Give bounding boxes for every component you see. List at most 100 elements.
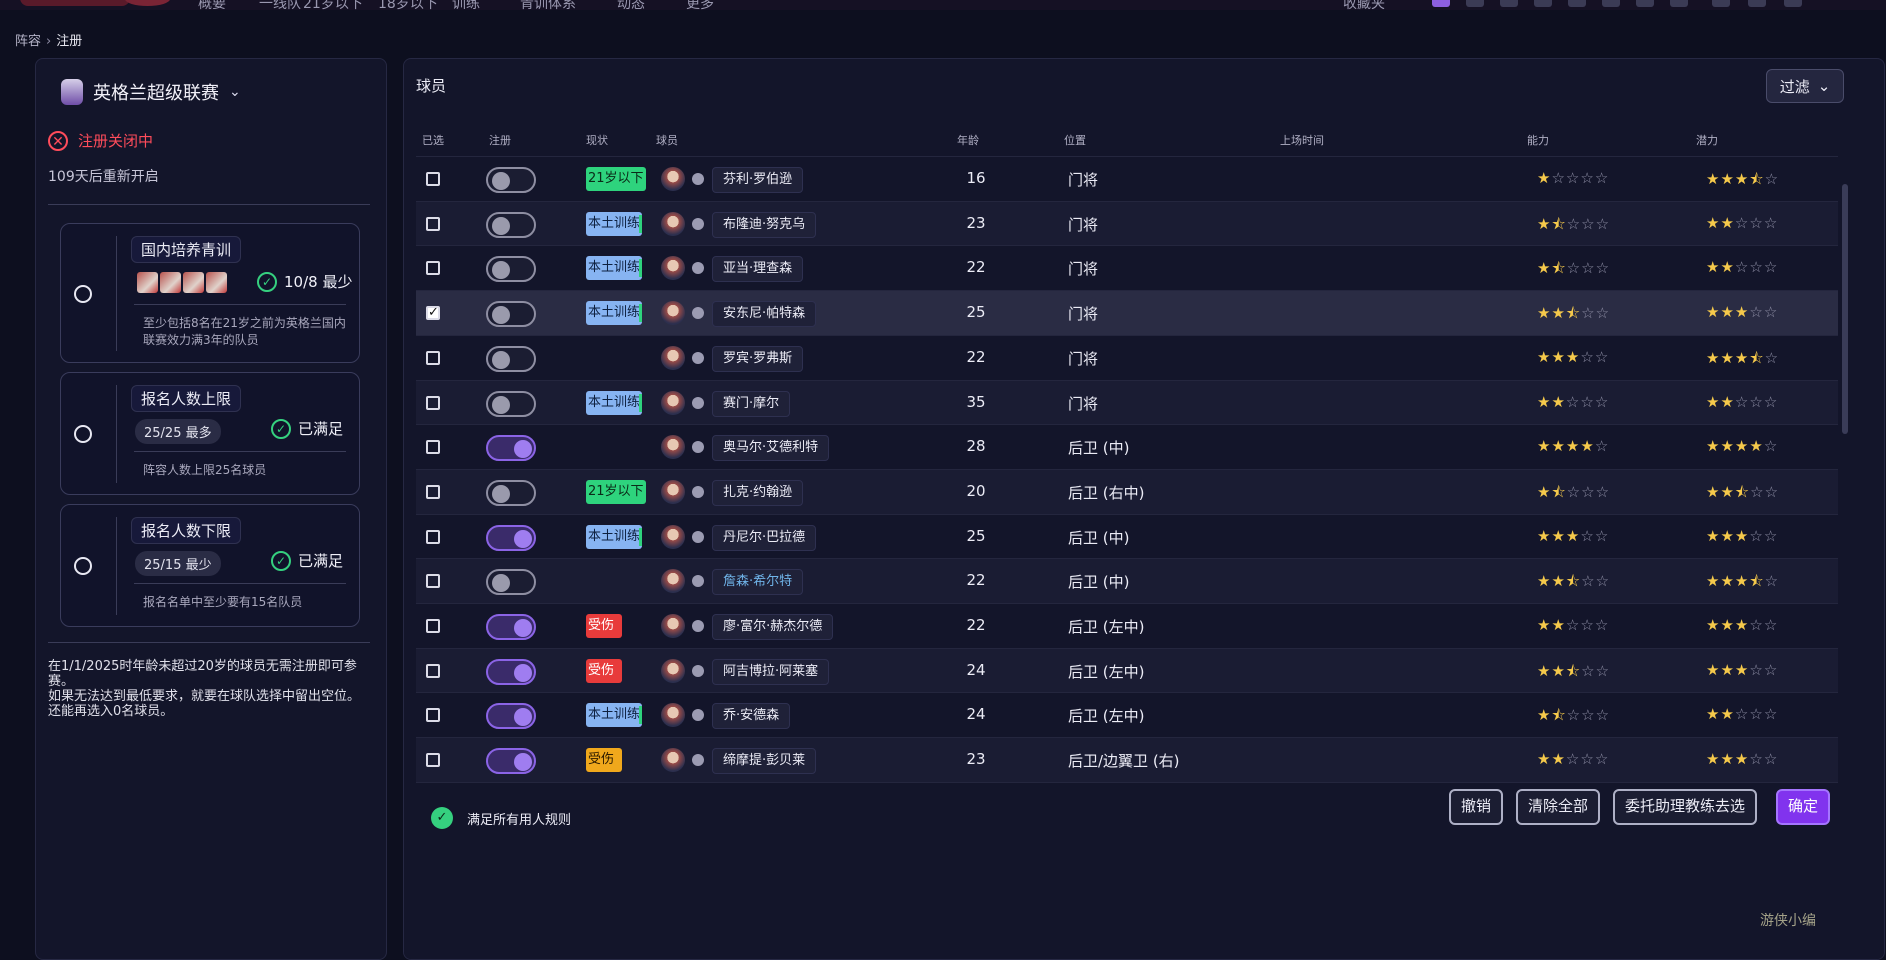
clear-all-button[interactable]: 清除全部 [1516,789,1601,825]
table-row[interactable]: 本土训练 赛门·摩尔 35 门将 ★★☆☆☆ ★★☆☆☆ [416,379,1838,425]
col-player[interactable]: 球员 [656,132,678,148]
rule-radio[interactable] [74,285,92,303]
nav-youth[interactable]: 青训体系 [520,0,576,10]
register-toggle[interactable] [486,256,536,283]
filter-button[interactable]: 过滤 ⌄ [1766,69,1844,103]
table-row[interactable]: 奥马尔·艾德利特 28 后卫 (中) ★★★★☆ ★★★★☆ [416,424,1838,469]
register-toggle[interactable] [486,301,536,328]
player-name[interactable]: 奥马尔·艾德利特 [712,435,830,462]
register-toggle[interactable] [486,390,536,417]
select-checkbox[interactable] [426,395,440,410]
player-name[interactable]: 缔摩提·彭贝莱 [712,748,817,775]
col-minutes[interactable]: 上场时间 [1280,132,1324,148]
register-toggle[interactable] [486,524,536,551]
register-toggle[interactable] [486,435,536,462]
competition-selector[interactable]: 英格兰超级联赛 ⌄ [61,79,241,105]
col-ability[interactable]: 能力 [1527,132,1549,148]
status-indicator [639,259,643,278]
register-toggle[interactable] [486,167,536,193]
alert-icon[interactable] [1500,0,1518,7]
table-row[interactable]: 本土训练 布隆迪·努克乌 23 门将 ★⯪☆☆☆ ★★☆☆☆ [416,200,1838,246]
select-checkbox[interactable] [426,574,440,589]
col-age[interactable]: 年龄 [957,132,979,148]
select-checkbox[interactable] [426,484,440,499]
rule-radio[interactable] [74,425,92,443]
nav-first-team[interactable]: 一线队 [259,0,301,10]
nav-dynamics[interactable]: 动态 [617,0,645,10]
shirt-icon[interactable] [1466,0,1484,7]
table-row[interactable]: 本土训练 丹尼尔·巴拉德 25 后卫 (中) ★★★☆☆ ★★★☆☆ [416,513,1838,559]
search-icon[interactable] [1748,0,1766,7]
scout-icon[interactable] [1534,0,1552,7]
player-name[interactable]: 罗宾·罗弗斯 [712,345,804,372]
register-toggle[interactable] [486,703,536,730]
select-checkbox[interactable] [426,708,440,723]
player-name[interactable]: 乔·安德森 [712,703,791,730]
finance-icon[interactable] [1670,0,1688,7]
table-row[interactable]: 受伤 廖·富尔·赫杰尔德 22 后卫 (左中) ★★☆☆☆ ★★★☆☆ [416,603,1838,648]
select-checkbox[interactable] [426,753,440,768]
nav-more[interactable]: 更多 [686,0,714,10]
chat-icon[interactable] [1432,0,1450,7]
player-name[interactable]: 布隆迪·努克乌 [712,211,817,238]
rule-card-homegrown[interactable]: 国内培养青训 ✓ 10/8 最少 至少包括8名在21岁之前为英格兰国内联赛效力满… [60,223,360,363]
table-row[interactable]: 本土训练 亚当·理查森 22 门将 ★⯪☆☆☆ ★★☆☆☆ [416,245,1838,290]
register-toggle[interactable] [486,211,536,238]
undo-button[interactable]: 撤销 [1449,789,1504,825]
rule-radio[interactable] [74,557,92,575]
select-checkbox[interactable] [426,529,440,544]
table-row[interactable]: 罗宾·罗弗斯 22 门将 ★★★☆☆ ★★★⯪☆ [416,334,1838,380]
rule-card-min-squad[interactable]: 报名人数下限 25/15 最少 ✓ 已满足 报名名单中至少要有15名队员 [60,504,360,627]
col-status[interactable]: 现状 [586,132,608,148]
table-row[interactable]: 受伤 缔摩提·彭贝莱 23 后卫/边翼卫 (右) ★★☆☆☆ ★★★☆☆ [416,737,1838,783]
scrollbar[interactable] [1842,184,1848,434]
player-name[interactable]: 阿吉博拉·阿莱塞 [712,658,830,685]
player-name[interactable]: 扎克·约翰逊 [712,479,804,506]
select-checkbox[interactable] [426,619,440,633]
register-toggle[interactable] [486,345,536,372]
calendar-icon[interactable] [1712,0,1730,7]
nav-training[interactable]: 训练 [452,0,480,10]
nav-u21[interactable]: 21岁以下 [303,0,363,10]
register-toggle[interactable] [486,614,536,640]
table-row[interactable]: 21岁以下 扎克·约翰逊 20 后卫 (右中) ★⯪☆☆☆ ★★⯪☆☆ [416,468,1838,514]
player-name[interactable]: 芬利·罗伯逊 [712,167,804,193]
select-checkbox[interactable] [426,663,440,678]
table-row[interactable]: 受伤 阿吉博拉·阿莱塞 24 后卫 (左中) ★★⯪☆☆ ★★★☆☆ [416,647,1838,693]
table-row[interactable]: 本土训练安东尼·帕特森25门将★★⯪☆☆★★★☆☆ [416,290,1838,336]
register-toggle[interactable] [486,479,536,506]
player-name[interactable]: 詹森·希尔特 [712,569,804,596]
breadcrumb-squad[interactable]: 阵容 [15,34,41,49]
select-checkbox[interactable] [426,216,440,231]
player-name[interactable]: 丹尼尔·巴拉德 [712,524,817,551]
select-checkbox[interactable] [426,172,440,186]
nav-u18[interactable]: 18岁以下 [378,0,438,10]
favorites-menu[interactable]: 收藏夹 [1343,0,1385,10]
register-toggle[interactable] [486,569,536,596]
settings-icon[interactable] [1784,0,1802,7]
trophy-icon[interactable] [1602,0,1620,7]
select-checkbox[interactable] [426,350,440,365]
table-row[interactable]: 詹森·希尔特 22 后卫 (中) ★★⯪☆☆ ★★★⯪☆ [416,558,1838,604]
col-potential[interactable]: 潜力 [1696,132,1718,148]
select-checkbox[interactable] [426,261,440,276]
register-toggle[interactable] [486,748,536,775]
transfer-icon[interactable] [1636,0,1654,7]
register-toggle[interactable] [486,658,536,685]
delegate-button[interactable]: 委托助理教练去选 [1613,789,1758,825]
player-name[interactable]: 安东尼·帕特森 [712,301,817,328]
player-name[interactable]: 廖·富尔·赫杰尔德 [712,614,834,640]
table-row[interactable]: 本土训练 乔·安德森 24 后卫 (左中) ★⯪☆☆☆ ★★☆☆☆ [416,692,1838,737]
player-name[interactable]: 赛门·摩尔 [712,390,791,417]
player-name[interactable]: 亚当·理查森 [712,256,804,283]
confirm-button[interactable]: 确定 [1776,789,1831,825]
col-registered[interactable]: 注册 [489,132,511,148]
select-checkbox[interactable] [426,305,440,321]
col-position[interactable]: 位置 [1064,132,1086,148]
table-row[interactable]: 21岁以下 芬利·罗伯逊 16 门将 ★☆☆☆☆ ★★★⯪☆ [416,156,1838,201]
rule-card-max-squad[interactable]: 报名人数上限 25/25 最多 ✓ 已满足 阵容人数上限25名球员 [60,372,360,495]
refresh-icon[interactable] [1568,0,1586,7]
col-selected[interactable]: 已选 [422,132,444,148]
nav-overview[interactable]: 概要 [198,0,226,10]
select-checkbox[interactable] [426,440,440,455]
